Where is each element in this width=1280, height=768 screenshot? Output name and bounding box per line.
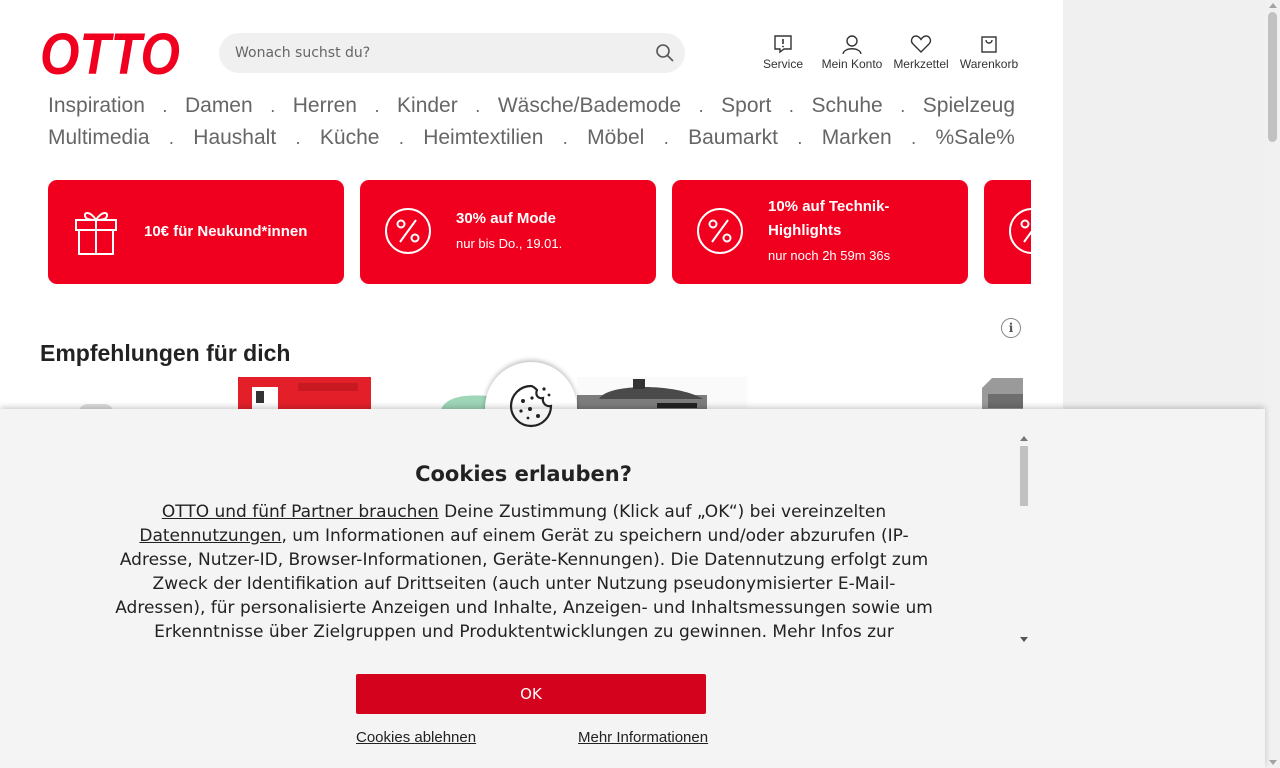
promo-tile-technik[interactable]: 10% auf Technik- Highlights nur noch 2h … (672, 180, 968, 284)
percent-icon (385, 208, 431, 254)
scroll-up-arrow[interactable] (1269, 3, 1277, 8)
percent-icon (1009, 208, 1031, 254)
gift-icon (75, 212, 117, 255)
cookie-text-scrollbar[interactable] (1018, 433, 1030, 645)
decline-cookies-link[interactable]: Cookies ablehnen (356, 729, 476, 746)
page-scrollbar[interactable] (1265, 0, 1280, 768)
promo-subtitle: nur bis Do., 19.01. (456, 236, 563, 251)
scroll-up-arrow[interactable] (1020, 436, 1028, 441)
scrollbar-thumb[interactable] (1268, 12, 1277, 142)
scroll-down-arrow[interactable] (1020, 637, 1028, 642)
more-information-link[interactable]: Mehr Informationen (578, 729, 708, 746)
percent-icon (697, 208, 743, 254)
promo-tile-partial[interactable] (984, 180, 1031, 284)
scroll-down-arrow[interactable] (1269, 760, 1277, 765)
promo-title: 10€ für Neukund*innen (144, 223, 308, 240)
promo-subtitle: nur noch 2h 59m 36s (768, 248, 891, 263)
info-icon[interactable]: i (1001, 318, 1021, 338)
cookie-text: OTTO und fünf Partner brauchen Deine Zus… (108, 500, 940, 642)
partner-link[interactable]: OTTO und fünf Partner brauchen (162, 502, 439, 522)
product-image-switch[interactable] (238, 377, 371, 412)
product-image-appliance[interactable] (974, 376, 1023, 412)
promo-title: 30% auf Mode (456, 210, 557, 227)
data-usage-link[interactable]: Datennutzungen (139, 526, 281, 546)
promo-tile-neukunden[interactable]: 10€ für Neukund*innen (48, 180, 344, 284)
recommendations-title: Empfehlungen für dich (40, 340, 291, 366)
product-image-cooker[interactable] (577, 377, 747, 412)
promo-title-line1: 10% auf Technik- (768, 198, 890, 215)
promo-title-line2: Highlights (768, 222, 842, 239)
scrollbar-thumb[interactable] (1020, 446, 1028, 506)
ok-button[interactable]: OK (356, 674, 706, 714)
cookie-text-part: Deine Zustimmung (Klick auf „OK“) bei ve… (438, 502, 887, 522)
cookie-icon (509, 384, 553, 428)
promo-carousel: 10€ für Neukund*innen 30% auf Mode nur b… (0, 0, 1031, 300)
promo-tile-mode[interactable]: 30% auf Mode nur bis Do., 19.01. (360, 180, 656, 284)
cookie-title: Cookies erlauben? (415, 462, 632, 486)
